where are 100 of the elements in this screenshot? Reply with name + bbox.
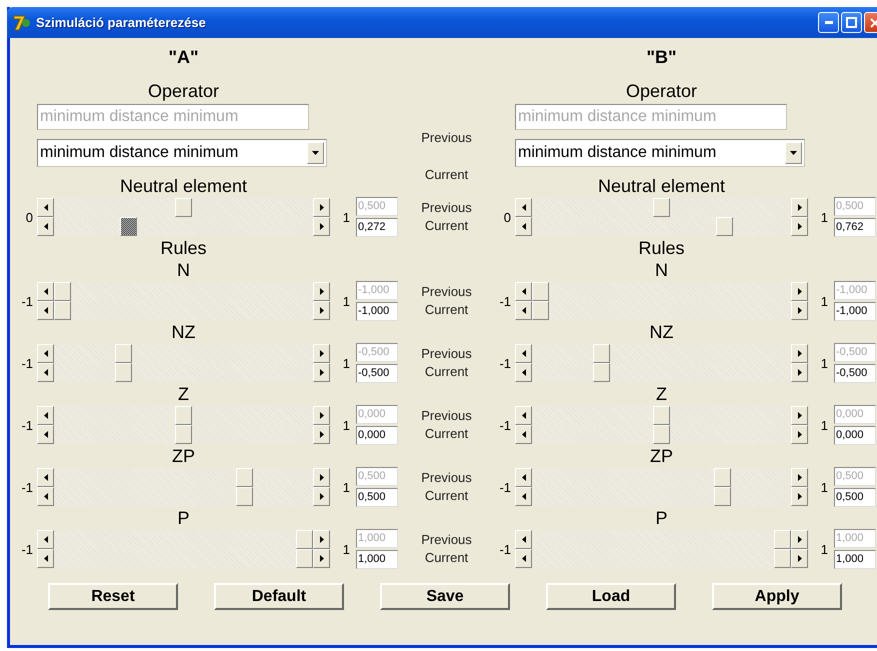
action-button[interactable]: Apply [712,583,842,610]
scroll-left-button[interactable] [515,406,532,425]
scroll-right-button[interactable] [791,344,808,363]
scroll-right-button[interactable] [791,468,808,487]
slider-thumb[interactable] [532,282,549,301]
scroll-left-button[interactable] [515,530,532,549]
scroll-left-button[interactable] [37,217,54,236]
slider-thumb[interactable] [774,549,791,568]
scroll-right-button[interactable] [313,217,330,236]
current-value-field[interactable]: 0,000 [834,426,876,445]
scroll-right-button[interactable] [791,363,808,382]
slider-thumb[interactable] [114,344,132,363]
scroll-right-button[interactable] [313,198,330,217]
previous-label: Previous [421,130,472,145]
slider-thumb[interactable] [714,487,730,506]
scroll-left-button[interactable] [515,282,532,301]
scroll-right-button[interactable] [313,425,330,444]
scroll-left-button[interactable] [37,468,54,487]
scroll-right-button[interactable] [313,487,330,506]
maximize-button[interactable] [841,12,862,33]
current-value-field[interactable]: 1,000 [356,550,398,569]
slider-thumb[interactable] [532,301,549,320]
scroll-left-button[interactable] [37,301,54,320]
scroll-right-button[interactable] [791,301,808,320]
scroll-right-button[interactable] [313,406,330,425]
scroll-left-button[interactable] [515,301,532,320]
scroll-right-button[interactable] [313,468,330,487]
slider-thumb[interactable] [175,198,192,217]
slider-thumb[interactable] [296,530,313,549]
scroll-right-button[interactable] [791,282,808,301]
slider-thumb[interactable] [716,217,734,236]
scroll-left-button[interactable] [37,530,54,549]
slider-thumb[interactable] [774,530,791,549]
scroll-right-button[interactable] [791,406,808,425]
scroll-left-button[interactable] [37,344,54,363]
scroll-right-button[interactable] [313,282,330,301]
slider-thumb[interactable] [236,468,252,487]
current-value-field[interactable]: 0,500 [356,488,398,507]
scroll-left-button[interactable] [515,217,532,236]
slider-thumb[interactable] [236,487,252,506]
scroll-left-button[interactable] [515,468,532,487]
scroll-left-button[interactable] [515,549,532,568]
slider-thumb[interactable] [592,344,610,363]
action-button[interactable]: Default [214,583,344,610]
scroll-left-button[interactable] [515,198,532,217]
current-value-field[interactable]: -1,000 [356,302,398,321]
slider-thumb[interactable] [54,282,71,301]
slider-thumb[interactable] [54,301,71,320]
slider-thumb[interactable] [114,363,132,382]
scroll-right-button[interactable] [313,344,330,363]
right-arrow-icon [320,431,324,438]
current-value-field[interactable]: -0,500 [834,364,876,383]
left-arrow-icon [522,555,526,562]
current-value-field[interactable]: -0,500 [356,364,398,383]
current-value-field[interactable]: 0,762 [834,218,876,237]
scroll-left-button[interactable] [37,487,54,506]
scroll-left-button[interactable] [37,549,54,568]
scroll-right-button[interactable] [313,363,330,382]
current-value-field[interactable]: 0,000 [356,426,398,445]
scroll-right-button[interactable] [313,530,330,549]
slider-thumb[interactable] [653,198,670,217]
scroll-right-button[interactable] [313,301,330,320]
current-value-field[interactable]: -1,000 [834,302,876,321]
slider-thumb[interactable] [175,425,192,444]
scroll-left-button[interactable] [37,406,54,425]
slider-thumb[interactable] [653,425,670,444]
current-value-field[interactable]: 0,272 [356,218,398,237]
scroll-left-button[interactable] [515,487,532,506]
scroll-left-button[interactable] [37,282,54,301]
operator-dropdown[interactable]: minimum distance minimum [515,139,805,167]
scroll-left-button[interactable] [37,363,54,382]
slider-thumb[interactable] [296,549,313,568]
left-arrow-icon [522,307,526,314]
current-value-field[interactable]: 1,000 [834,550,876,569]
scroll-right-button[interactable] [791,198,808,217]
operator-dropdown[interactable]: minimum distance minimum [37,139,327,167]
scroll-left-button[interactable] [37,198,54,217]
scroll-right-button[interactable] [791,487,808,506]
slider-thumb[interactable] [175,406,192,425]
scroll-left-button[interactable] [37,425,54,444]
slider-thumb[interactable] [653,406,670,425]
current-label: Current [424,363,468,381]
action-button[interactable]: Reset [48,583,178,610]
scroll-right-button[interactable] [313,549,330,568]
right-arrow-icon [320,412,324,419]
scroll-left-button[interactable] [515,425,532,444]
scroll-left-button[interactable] [515,363,532,382]
previous-label: Previous [421,407,472,425]
slider-thumb[interactable] [592,363,610,382]
minimize-button[interactable] [818,12,839,33]
scroll-right-button[interactable] [791,425,808,444]
scroll-right-button[interactable] [791,530,808,549]
action-button[interactable]: Save [380,583,510,610]
scroll-right-button[interactable] [791,549,808,568]
action-button[interactable]: Load [546,583,676,610]
slider-thumb[interactable] [120,217,137,236]
scroll-right-button[interactable] [791,217,808,236]
current-value-field[interactable]: 0,500 [834,488,876,507]
scroll-left-button[interactable] [515,344,532,363]
slider-thumb[interactable] [714,468,730,487]
